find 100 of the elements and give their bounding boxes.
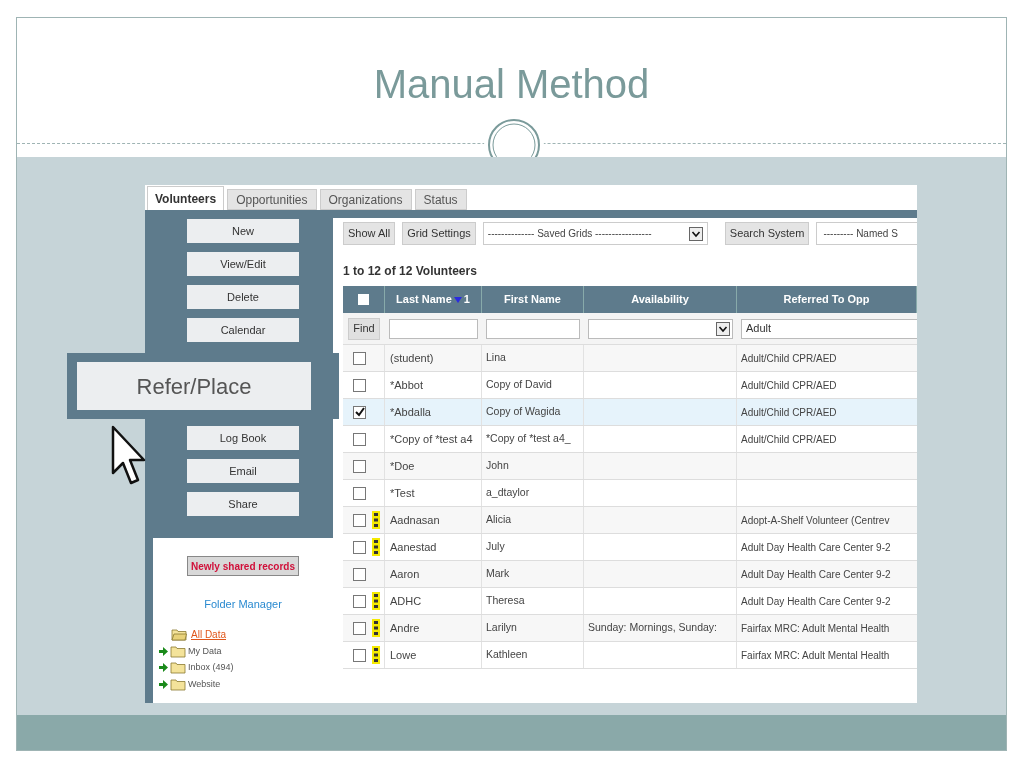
table-cell-text: Adult/Child CPR/AED xyxy=(741,432,837,447)
table-cell: Copy of David xyxy=(486,377,552,393)
table-cell: Theresa xyxy=(486,593,525,609)
table-cell-text: (student) xyxy=(390,350,434,366)
new-badge-icon xyxy=(372,592,380,610)
filter-field[interactable]: Adult xyxy=(741,318,917,339)
grid-settings-button[interactable]: Grid Settings xyxy=(402,222,476,245)
find-button[interactable]: Find xyxy=(348,317,380,340)
checkbox[interactable] xyxy=(353,486,366,500)
table-row[interactable]: ADHC Theresa Adult Day Health Care Center 9-2 xyxy=(343,588,917,615)
tab[interactable]: Organizations xyxy=(319,189,412,210)
column-header[interactable]: Referred To Opp xyxy=(783,291,870,308)
filter-select[interactable] xyxy=(588,318,733,339)
show-all-button[interactable]: Show All xyxy=(343,222,396,245)
table-row[interactable]: *Test a_dtaylor xyxy=(343,480,917,507)
table-cell-text: *Test xyxy=(390,485,415,501)
table-row[interactable]: *Copy of *test a4 *Copy of *test a4_ Adult/Child CPR/AED xyxy=(343,426,917,453)
table-cell: a_dtaylor xyxy=(486,485,530,501)
table-row[interactable]: Lowe Kathleen Fairfax MRC: Adult Mental Health xyxy=(343,642,917,669)
new-badge-icon xyxy=(372,538,380,556)
table-cell-text: Adult Day Health Care Center 9-2 xyxy=(741,540,891,555)
action-button[interactable]: View/Edit xyxy=(187,252,299,276)
table-cell: Lina xyxy=(486,350,506,366)
select-all-checkbox[interactable] xyxy=(358,294,369,305)
table-cell-text: Aanestad xyxy=(390,539,437,555)
checkbox[interactable] xyxy=(353,432,366,446)
filter-field[interactable] xyxy=(389,318,478,339)
filter-field[interactable] xyxy=(486,318,580,339)
checkbox[interactable] xyxy=(353,567,366,581)
table-cell: Larilyn xyxy=(486,620,517,636)
table-cell-text: *Copy of *test a4 xyxy=(390,431,473,447)
table-cell-text: Andre xyxy=(390,620,420,636)
table-row[interactable]: Aanestad July Adult Day Health Care Center 9-2 xyxy=(343,534,917,561)
table-cell-text: Fairfax MRC: Adult Mental Health xyxy=(741,621,890,636)
saved-grids-select[interactable]: -------------- Saved Grids ----------------- xyxy=(482,222,708,245)
table-row[interactable]: *Doe John xyxy=(343,453,917,480)
table-cell: John xyxy=(486,458,509,474)
table-cell-text: Aaron xyxy=(390,566,420,582)
checkbox[interactable] xyxy=(353,540,366,554)
checkbox[interactable] xyxy=(353,351,366,365)
column-header[interactable]: First Name xyxy=(504,291,561,308)
table-row[interactable]: Aaron Mark Adult Day Health Care Center 9-2 xyxy=(343,561,917,588)
chevron-down-icon xyxy=(716,321,730,336)
record-count: 1 to 12 of 12 Volunteers xyxy=(343,263,478,280)
newly-shared-button[interactable]: Newly shared records xyxy=(187,556,299,576)
search-system-button[interactable]: Search System xyxy=(724,222,810,245)
column-header[interactable]: Last Name xyxy=(396,291,452,308)
table-cell-text: Adult Day Health Care Center 9-2 xyxy=(741,567,891,582)
named-search-select[interactable]: --------- Named S xyxy=(816,222,917,245)
table-cell-text: Fairfax MRC: Adult Mental Health xyxy=(741,648,890,663)
checkbox[interactable] xyxy=(353,513,366,527)
refer-place-button[interactable]: Refer/Place xyxy=(77,362,311,410)
folder-item[interactable]: All Data xyxy=(191,626,226,642)
chevron-down-icon xyxy=(688,226,703,241)
new-badge-icon xyxy=(372,511,380,529)
table-row[interactable]: Aadnasan Alicia Adopt-A-Shelf Volunteer (Centrev xyxy=(343,507,917,534)
table-cell-text: Adult/Child CPR/AED xyxy=(741,351,837,366)
tab[interactable]: Opportunities xyxy=(227,189,317,210)
folder-item[interactable]: My Data xyxy=(188,644,222,658)
sort-rank: 1 xyxy=(463,292,470,308)
table-row[interactable]: (student) Lina Adult/Child CPR/AED xyxy=(343,345,917,372)
table-cell-text: Aadnasan xyxy=(390,512,440,528)
checkbox[interactable] xyxy=(353,648,366,662)
table-row[interactable]: *Abbot Copy of David Adult/Child CPR/AED xyxy=(343,372,917,399)
table-cell: Kathleen xyxy=(486,647,528,663)
action-button[interactable]: New xyxy=(187,219,299,243)
folder-item[interactable]: Inbox (494) xyxy=(188,661,234,675)
table-cell: Alicia xyxy=(486,512,512,528)
table-cell: *Copy of *test a4_ xyxy=(486,431,571,447)
checkbox[interactable] xyxy=(353,378,366,392)
slide-title: Manual Method xyxy=(373,61,650,108)
checkbox[interactable] xyxy=(353,621,366,635)
action-button[interactable]: Share xyxy=(187,492,299,516)
table-cell-text: Lowe xyxy=(390,647,417,663)
table-cell-text: *Doe xyxy=(390,458,415,474)
folder-manager-link[interactable]: Folder Manager xyxy=(204,596,282,613)
table-cell: Copy of Wagida xyxy=(486,404,561,420)
table-row[interactable]: Andre Larilyn Sunday: Mornings, Sunday: Fairfax MRC: Adult Mental Health xyxy=(343,615,917,642)
table-cell-text: Adult Day Health Care Center 9-2 xyxy=(741,594,891,609)
table-cell-text: Adopt-A-Shelf Volunteer (Centrev xyxy=(741,513,890,528)
new-badge-icon xyxy=(372,646,380,664)
action-button[interactable]: Calendar xyxy=(187,318,299,342)
table-cell: July xyxy=(486,539,505,555)
checkbox[interactable] xyxy=(353,594,366,608)
table-cell-text: *Abdalla xyxy=(390,404,431,420)
new-badge-icon xyxy=(372,619,380,637)
column-header[interactable]: Availability xyxy=(631,291,689,308)
table-row[interactable]: *Abdalla Copy of Wagida Adult/Child CPR/AED xyxy=(343,399,917,426)
folder-item[interactable]: Website xyxy=(188,677,221,691)
table-cell-text: ADHC xyxy=(390,593,422,609)
table-cell-text: Adult/Child CPR/AED xyxy=(741,405,837,420)
checkbox[interactable] xyxy=(353,405,366,419)
action-button[interactable]: Delete xyxy=(187,285,299,309)
table-cell: Sunday: Mornings, Sunday: xyxy=(588,620,717,636)
checkbox[interactable] xyxy=(353,459,366,473)
table-cell-text: Adult/Child CPR/AED xyxy=(741,378,837,393)
tab[interactable]: Volunteers xyxy=(147,186,225,210)
tab[interactable]: Status xyxy=(414,189,467,210)
action-button[interactable]: Log Book xyxy=(187,426,299,450)
action-button[interactable]: Email xyxy=(187,459,299,483)
